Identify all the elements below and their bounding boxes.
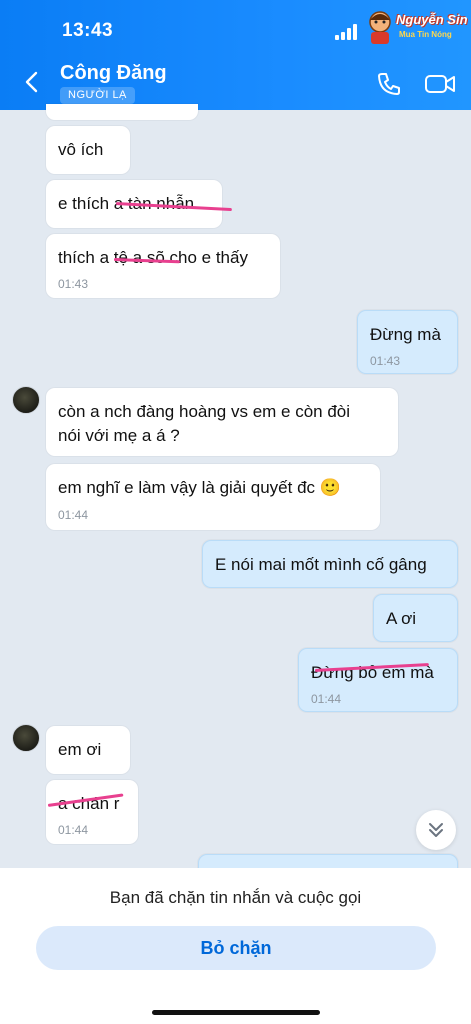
incoming-message[interactable]: e thích a tàn nhẫn [46, 180, 232, 228]
incoming-message[interactable]: thích a tệ a sõ cho e thấy 01:43 [46, 234, 280, 298]
status-time: 13:43 [62, 20, 114, 41]
message-text-line2: nói với mẹ a á ? [58, 426, 180, 445]
message-time: 01:43 [370, 354, 401, 368]
message-text: em nghĩ e làm vậy là giải quyết đc 🙂 [58, 478, 341, 497]
scroll-down-button[interactable] [416, 810, 456, 850]
message-text: em ơi [58, 740, 102, 759]
contact-avatar[interactable] [12, 386, 40, 414]
message-bubble-partial[interactable] [46, 104, 198, 120]
contact-name[interactable]: Công Đăng [60, 62, 167, 85]
outgoing-message[interactable]: A ơi [373, 594, 458, 642]
double-chevron-down-icon [429, 823, 443, 837]
message-time: 01:44 [311, 692, 342, 706]
incoming-message[interactable]: vô ích [46, 126, 130, 174]
signal-icon [335, 24, 359, 40]
outgoing-message[interactable]: Đừng bỏ em mà 01:44 [298, 648, 458, 712]
message-text-line1: còn a nch đàng hoàng vs em e còn đòi [58, 402, 351, 421]
home-indicator[interactable] [152, 1010, 320, 1015]
outgoing-message[interactable]: E nói mai mốt mình cố gâng [202, 540, 458, 588]
watermark-logo: Nguyễn Sin Mua Tin Nóng [366, 10, 468, 46]
blocked-notice: Bạn đã chặn tin nhắn và cuộc gọi [109, 888, 362, 907]
incoming-message[interactable]: em nghĩ e làm vậy là giải quyết đc 🙂 01:… [46, 464, 380, 530]
incoming-message[interactable]: a chán r 01:44 [46, 780, 138, 844]
watermark-title: Nguyễn Sin [396, 12, 468, 27]
stranger-badge: NGƯỜI LẠ [60, 87, 135, 104]
message-time: 01:44 [58, 823, 89, 837]
message-time: 01:44 [58, 508, 89, 522]
incoming-message[interactable]: em ơi [46, 726, 130, 774]
back-arrow-icon[interactable] [22, 70, 42, 94]
unblock-button[interactable]: Bỏ chặn [36, 926, 436, 970]
chat-header: 13:43 Nguyễn Sin Mua Tin Nóng Công Đăng … [0, 0, 471, 110]
message-text: E nói mai mốt mình cố gâng [215, 555, 427, 574]
video-camera-icon[interactable] [424, 72, 456, 96]
watermark-subtitle: Mua Tin Nóng [399, 30, 452, 39]
blocked-footer: Bạn đã chặn tin nhắn và cuộc gọi Bỏ chặn [0, 868, 471, 1024]
message-text: Đừng mà [370, 325, 441, 344]
contact-avatar[interactable] [12, 724, 40, 752]
outgoing-message[interactable]: Đừng mà 01:43 [357, 310, 458, 374]
message-text: thích a tệ a sõ cho e thấy [58, 248, 248, 267]
message-time: 01:43 [58, 277, 89, 291]
incoming-message[interactable]: còn a nch đàng hoàng vs em e còn đòi nói… [46, 388, 398, 456]
message-text: vô ích [58, 140, 104, 159]
phone-icon[interactable] [376, 71, 402, 97]
message-text: A ơi [386, 609, 417, 628]
mascot-icon [369, 11, 391, 44]
